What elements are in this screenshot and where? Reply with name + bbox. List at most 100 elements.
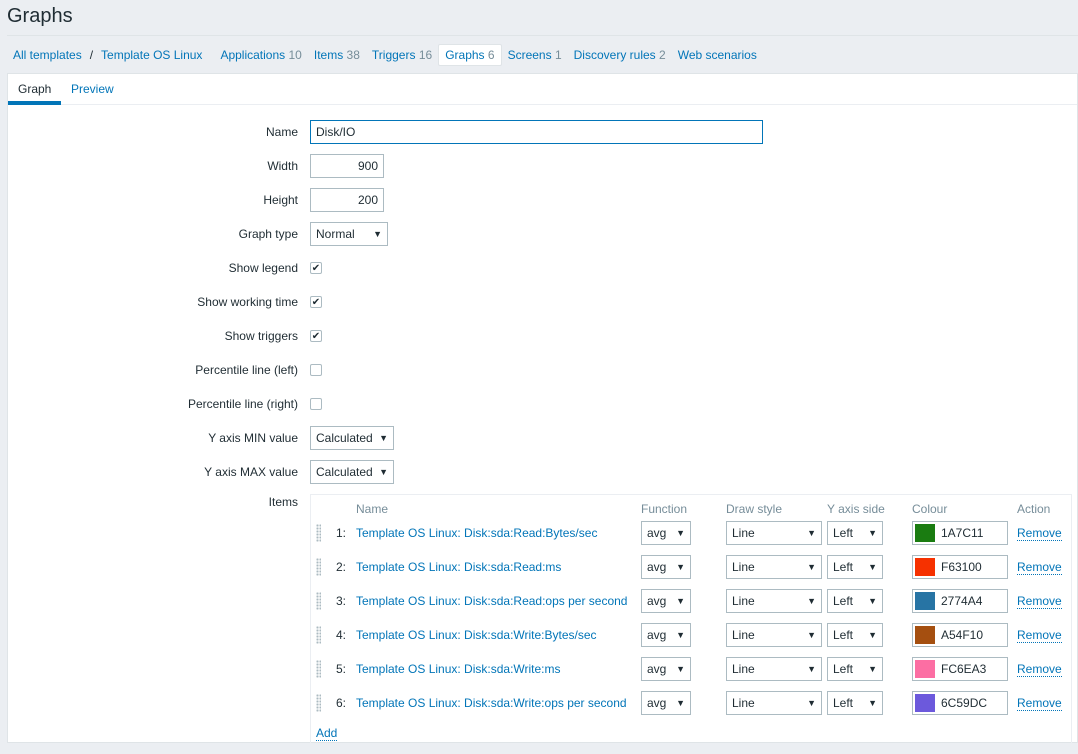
col-function: Function bbox=[641, 502, 688, 516]
name-input[interactable]: Disk/IO bbox=[310, 120, 763, 144]
function-value: avg bbox=[647, 696, 667, 710]
breadcrumb-template[interactable]: Template OS Linux bbox=[95, 44, 208, 66]
function-select[interactable]: avg ▼ bbox=[641, 555, 691, 579]
draw-style-select[interactable]: Line ▼ bbox=[726, 623, 822, 647]
nav-count: 6 bbox=[487, 48, 495, 62]
graph-type-control: Normal ▼ bbox=[310, 222, 388, 246]
item-name-link[interactable]: Template OS Linux: Disk:sda:Write:ms bbox=[356, 662, 561, 676]
item-name-link[interactable]: Template OS Linux: Disk:sda:Read:ops per… bbox=[356, 594, 627, 608]
percentile-right-label: Percentile line (right) bbox=[187, 397, 298, 411]
add-item-link[interactable]: Add bbox=[316, 726, 338, 741]
y-axis-side-select[interactable]: Left ▼ bbox=[827, 657, 883, 681]
nav-triggers[interactable]: Triggers 16 bbox=[366, 44, 438, 66]
tab-preview[interactable]: Preview bbox=[71, 82, 114, 96]
col-colour: Colour bbox=[912, 502, 948, 516]
drag-handle-icon[interactable] bbox=[316, 660, 321, 678]
tab-graph[interactable]: Graph bbox=[18, 82, 51, 96]
ymax-control: Calculated ▼ bbox=[310, 460, 394, 484]
percentile-right-checkbox[interactable] bbox=[310, 398, 322, 410]
show-legend-row: Show legend ✔ bbox=[8, 256, 1077, 280]
item-name-link[interactable]: Template OS Linux: Disk:sda:Read:ms bbox=[356, 560, 561, 574]
width-label: Width bbox=[267, 159, 298, 173]
drag-handle-icon[interactable] bbox=[316, 524, 321, 542]
function-select[interactable]: avg ▼ bbox=[641, 589, 691, 613]
graph-type-value: Normal bbox=[316, 227, 355, 241]
function-select[interactable]: avg ▼ bbox=[641, 691, 691, 715]
drag-handle-icon[interactable] bbox=[316, 626, 321, 644]
name-row: Name Disk/IO bbox=[8, 120, 1077, 144]
nav-count: 2 bbox=[659, 48, 666, 62]
remove-link[interactable]: Remove bbox=[1017, 526, 1062, 541]
drag-handle-icon[interactable] bbox=[316, 592, 321, 610]
draw-style-select[interactable]: Line ▼ bbox=[726, 691, 822, 715]
y-axis-side-select[interactable]: Left ▼ bbox=[827, 589, 883, 613]
nav-screens[interactable]: Screens 1 bbox=[502, 44, 568, 66]
col-y-axis-side: Y axis side bbox=[827, 502, 885, 516]
nav-items[interactable]: Items 38 bbox=[308, 44, 366, 66]
draw-style-select[interactable]: Line ▼ bbox=[726, 657, 822, 681]
nav-discovery-rules[interactable]: Discovery rules 2 bbox=[568, 44, 672, 66]
percentile-left-checkbox[interactable] bbox=[310, 364, 322, 376]
y-axis-side-select[interactable]: Left ▼ bbox=[827, 623, 883, 647]
function-select[interactable]: avg ▼ bbox=[641, 521, 691, 545]
drag-handle-icon[interactable] bbox=[316, 694, 321, 712]
y-axis-side-select[interactable]: Left ▼ bbox=[827, 521, 883, 545]
item-name-link[interactable]: Template OS Linux: Disk:sda:Write:ops pe… bbox=[356, 696, 627, 710]
dropdown-arrow-icon: ▼ bbox=[868, 596, 877, 606]
row-number: 2: bbox=[336, 560, 347, 574]
remove-link[interactable]: Remove bbox=[1017, 628, 1062, 643]
col-action: Action bbox=[1017, 502, 1051, 516]
colour-value: F63100 bbox=[941, 560, 982, 574]
nav-web-scenarios[interactable]: Web scenarios bbox=[672, 44, 763, 66]
item-name-link[interactable]: Template OS Linux: Disk:sda:Write:Bytes/… bbox=[356, 628, 597, 642]
colour-input[interactable]: FC6EA3 bbox=[912, 657, 1008, 681]
function-select[interactable]: avg ▼ bbox=[641, 657, 691, 681]
remove-link[interactable]: Remove bbox=[1017, 560, 1062, 575]
colour-input[interactable]: 2774A4 bbox=[912, 589, 1008, 613]
colour-input[interactable]: A54F10 bbox=[912, 623, 1008, 647]
show-triggers-row: Show triggers ✔ bbox=[8, 324, 1077, 348]
colour-swatch[interactable] bbox=[915, 592, 935, 610]
colour-swatch[interactable] bbox=[915, 524, 935, 542]
y-axis-side-value: Left bbox=[833, 560, 854, 574]
table-row: 6: Template OS Linux: Disk:sda:Write:ops… bbox=[311, 691, 1071, 715]
colour-input[interactable]: 6C59DC bbox=[912, 691, 1008, 715]
y-axis-side-select[interactable]: Left ▼ bbox=[827, 691, 883, 715]
height-input[interactable] bbox=[310, 188, 384, 212]
graph-type-select[interactable]: Normal ▼ bbox=[310, 222, 388, 246]
width-input[interactable] bbox=[310, 154, 384, 178]
percentile-left-row: Percentile line (left) bbox=[8, 358, 1077, 382]
dropdown-arrow-icon: ▼ bbox=[373, 229, 382, 239]
draw-style-select[interactable]: Line ▼ bbox=[726, 589, 822, 613]
draw-style-select[interactable]: Line ▼ bbox=[726, 521, 822, 545]
show-working-time-row: Show working time ✔ bbox=[8, 290, 1077, 314]
y-axis-side-select[interactable]: Left ▼ bbox=[827, 555, 883, 579]
colour-swatch[interactable] bbox=[915, 558, 935, 576]
colour-input[interactable]: F63100 bbox=[912, 555, 1008, 579]
graph-type-row: Graph type Normal ▼ bbox=[8, 222, 1077, 246]
show-legend-label: Show legend bbox=[228, 261, 298, 275]
show-legend-checkbox[interactable]: ✔ bbox=[310, 262, 322, 274]
draw-style-select[interactable]: Line ▼ bbox=[726, 555, 822, 579]
remove-link[interactable]: Remove bbox=[1017, 662, 1062, 677]
drag-handle-icon[interactable] bbox=[316, 558, 321, 576]
remove-link[interactable]: Remove bbox=[1017, 594, 1062, 609]
colour-swatch[interactable] bbox=[915, 660, 935, 678]
colour-swatch[interactable] bbox=[915, 694, 935, 712]
colour-swatch[interactable] bbox=[915, 626, 935, 644]
ymin-select[interactable]: Calculated ▼ bbox=[310, 426, 394, 450]
show-working-time-checkbox[interactable]: ✔ bbox=[310, 296, 322, 308]
remove-link[interactable]: Remove bbox=[1017, 696, 1062, 711]
colour-input[interactable]: 1A7C11 bbox=[912, 521, 1008, 545]
table-row: 5: Template OS Linux: Disk:sda:Write:ms … bbox=[311, 657, 1071, 681]
breadcrumb-all-templates[interactable]: All templates bbox=[7, 44, 88, 66]
nav-applications[interactable]: Applications 10 bbox=[214, 44, 307, 66]
item-name-link[interactable]: Template OS Linux: Disk:sda:Read:Bytes/s… bbox=[356, 526, 597, 540]
nav-label: Triggers bbox=[371, 48, 416, 62]
nav-graphs[interactable]: Graphs 6 bbox=[438, 44, 502, 66]
y-axis-side-value: Left bbox=[833, 662, 854, 676]
show-triggers-checkbox[interactable]: ✔ bbox=[310, 330, 322, 342]
ymax-select[interactable]: Calculated ▼ bbox=[310, 460, 394, 484]
width-row: Width bbox=[8, 154, 1077, 178]
function-select[interactable]: avg ▼ bbox=[641, 623, 691, 647]
